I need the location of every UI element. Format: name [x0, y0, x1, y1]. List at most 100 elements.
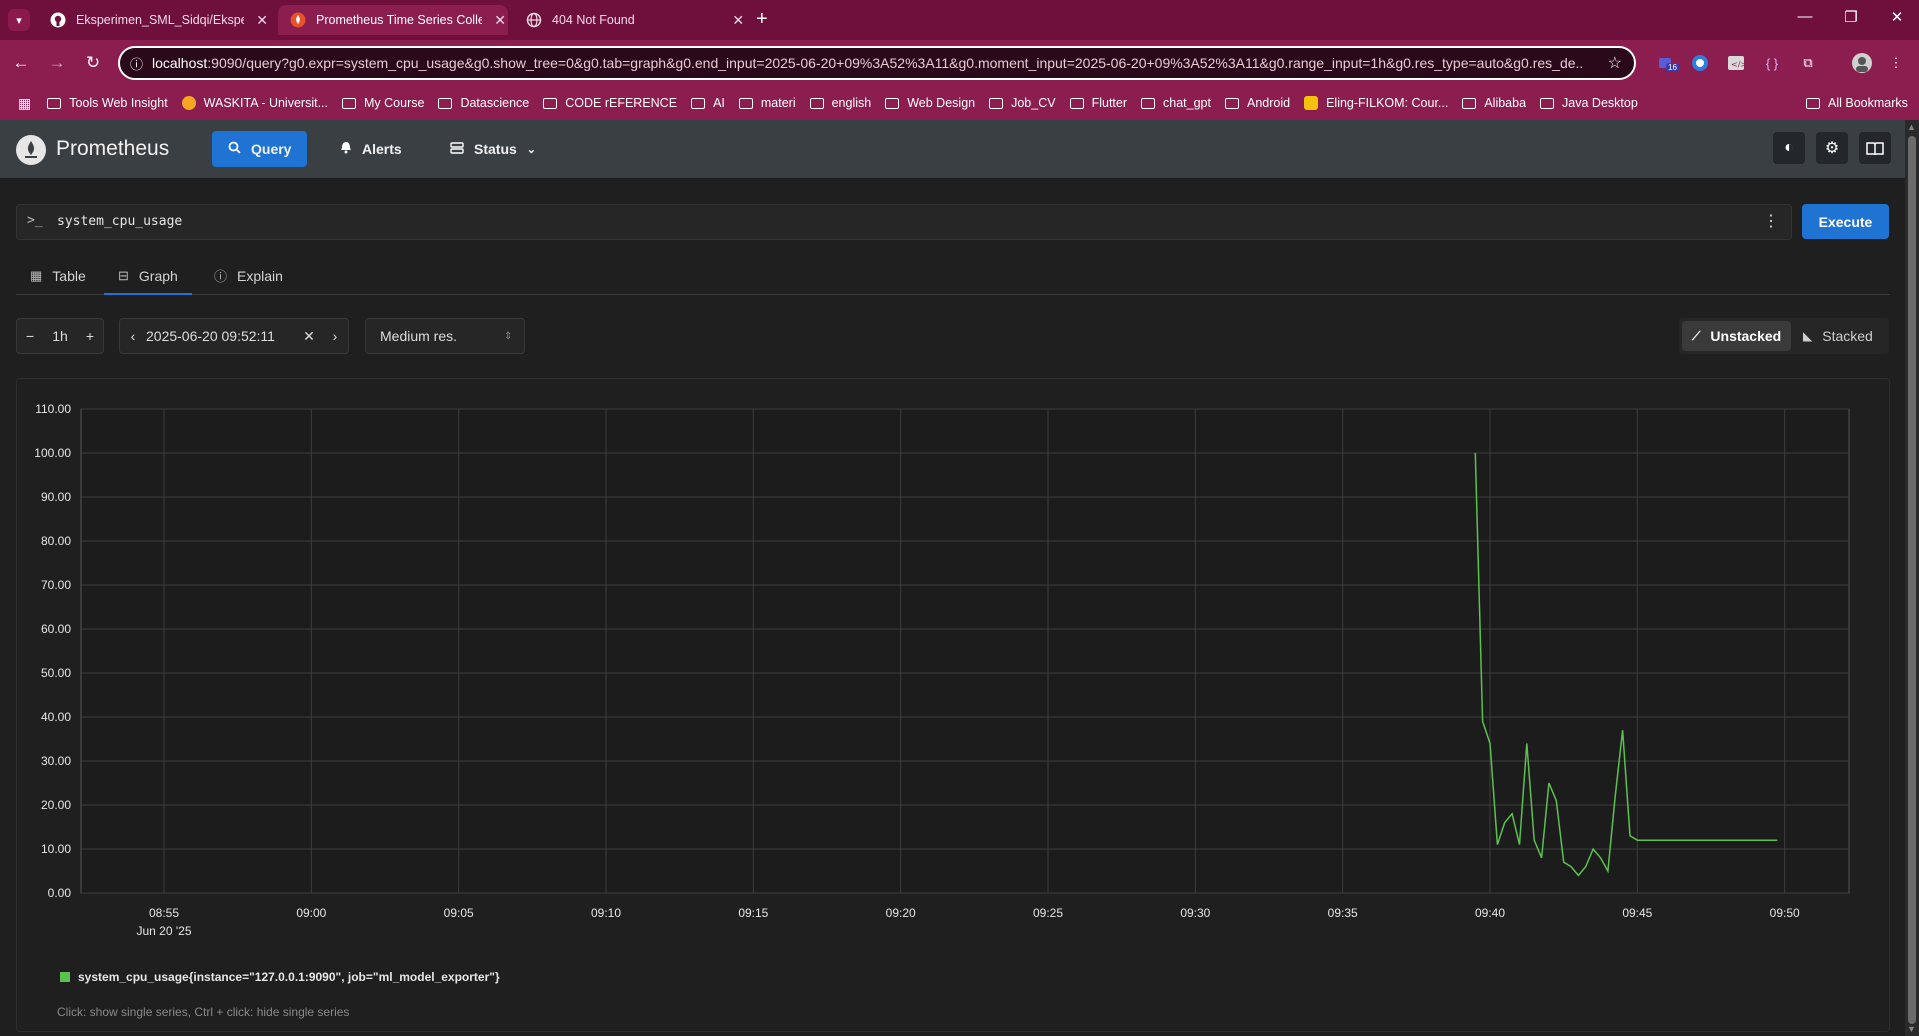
decrease-range-icon[interactable]: − [17, 328, 43, 344]
theme-toggle-icon[interactable]: ◐ [1773, 132, 1805, 164]
y-tick-label: 10.00 [41, 842, 71, 856]
bookmark-folder[interactable]: materi [738, 96, 796, 110]
clear-time-icon[interactable]: ✕ [296, 328, 322, 345]
folder-icon [809, 97, 824, 109]
folder-icon [47, 97, 62, 109]
close-tab-icon[interactable]: ✕ [731, 12, 746, 29]
all-bookmarks-folder[interactable]: All Bookmarks [1806, 96, 1908, 110]
close-window-icon[interactable]: ✕ [1877, 8, 1917, 26]
y-tick-label: 30.00 [41, 754, 71, 768]
bookmark-folder[interactable]: CODE rEFERENCE [543, 96, 677, 110]
plot-area [80, 408, 1850, 894]
unstacked-button[interactable]: ⟋ Unstacked [1682, 321, 1792, 351]
info-circle-icon: ⓘ [214, 269, 228, 284]
bookmark-link[interactable]: WASKITA - Universit... [181, 96, 328, 110]
bookmark-folder[interactable]: Android [1224, 96, 1290, 110]
close-tab-icon[interactable]: ✕ [492, 12, 508, 29]
tab-table[interactable]: ▦ Table [16, 258, 100, 293]
folder-icon [543, 97, 558, 109]
minimize-icon[interactable]: — [1785, 8, 1825, 25]
url-text[interactable]: localhost:9090/query?g0.expr=system_cpu_… [152, 55, 1582, 71]
nav-alerts-button[interactable]: Alerts [324, 131, 418, 167]
resolution-select[interactable]: Medium res. ⇕ [365, 318, 525, 354]
bookmark-folder[interactable]: chat_gpt [1141, 96, 1211, 110]
page-scrollbar[interactable]: ▲ ▼ [1905, 120, 1919, 1036]
prometheus-logo-icon[interactable] [16, 135, 46, 165]
bookmark-folder[interactable]: english [809, 96, 871, 110]
time-forward-chevron-icon[interactable]: › [322, 328, 348, 344]
execute-button[interactable]: Execute [1802, 204, 1889, 239]
folder-icon [1806, 97, 1820, 109]
brackets-extension-icon[interactable]: { } [1762, 53, 1782, 73]
profile-avatar[interactable] [1852, 53, 1872, 73]
y-tick-label: 60.00 [41, 622, 71, 636]
globe-icon [526, 12, 542, 28]
folder-icon [438, 97, 453, 109]
bell-icon [340, 141, 352, 157]
bookmark-folder[interactable]: Job_CV [989, 96, 1056, 110]
restore-icon[interactable]: ❐ [1831, 8, 1871, 26]
nav-query-button[interactable]: Query [212, 131, 308, 167]
bookmark-folder[interactable]: AI [691, 96, 725, 110]
brand-title[interactable]: Prometheus [56, 137, 169, 161]
reload-icon[interactable]: ↻ [80, 50, 106, 76]
code-extension-icon[interactable]: </> [1726, 53, 1746, 73]
x-tick-label: 09:45 [1622, 906, 1652, 920]
scroll-down-icon[interactable]: ▼ [1907, 1024, 1916, 1034]
y-tick-label: 80.00 [41, 534, 71, 548]
y-tick-label: 50.00 [41, 666, 71, 680]
scrollbar-thumb[interactable] [1908, 136, 1916, 1024]
end-time-value[interactable]: 2025-06-20 09:52:11 [146, 328, 296, 344]
graph-panel: 0.00 10.00 20.00 30.00 40.00 50.00 60.00 70.00 8… [16, 378, 1890, 1032]
forward-icon[interactable]: → [44, 50, 70, 76]
more-options-icon[interactable]: ⋮ [1763, 211, 1779, 231]
range-value[interactable]: 1h [43, 328, 77, 344]
y-tick-label: 70.00 [41, 578, 71, 592]
bookmark-folder[interactable]: Tools Web Insight [47, 96, 168, 110]
bookmark-folder[interactable]: Flutter [1069, 96, 1127, 110]
increase-range-icon[interactable]: + [77, 328, 103, 344]
folder-icon [1141, 97, 1156, 109]
tab-search-chevron-icon[interactable]: ▾ [8, 9, 30, 31]
folder-icon [1069, 97, 1084, 109]
sync-extension-icon[interactable] [1690, 53, 1710, 73]
folder-icon [1224, 97, 1239, 109]
bookmark-folder[interactable]: Alibaba [1462, 96, 1526, 110]
stack-toggle-group: ⟋ Unstacked ◣ Stacked [1679, 318, 1889, 354]
stacked-button[interactable]: ◣ Stacked [1793, 321, 1883, 351]
close-tab-icon[interactable]: ✕ [254, 12, 270, 29]
extensions-puzzle-icon[interactable]: ⧉ [1798, 53, 1818, 73]
bookmark-link[interactable]: Eling-FILKOM: Cour... [1304, 96, 1448, 110]
legend-item[interactable]: system_cpu_usage{instance="127.0.0.1:909… [60, 970, 500, 984]
browser-tab-github[interactable]: Eksperimen_SML_Sidqi/Eksperim ✕ [38, 5, 270, 35]
tab-explain[interactable]: ⓘ Explain [200, 258, 297, 293]
bookmark-folder[interactable]: Datascience [438, 96, 529, 110]
documentation-book-icon[interactable] [1859, 132, 1891, 164]
time-back-chevron-icon[interactable]: ‹ [120, 328, 146, 344]
bookmark-folder[interactable]: Web Design [885, 96, 975, 110]
series-color-swatch [60, 972, 70, 982]
settings-gear-icon[interactable]: ⚙ [1816, 132, 1848, 164]
nav-status-dropdown[interactable]: Status ⌄ [434, 131, 552, 167]
expression-text[interactable]: system_cpu_usage [57, 214, 182, 229]
browser-tab-404[interactable]: 404 Not Found ✕ [514, 5, 746, 35]
x-tick-label: 09:20 [886, 906, 916, 920]
bookmark-folder[interactable]: Java Desktop [1540, 96, 1638, 110]
folder-icon [342, 97, 356, 109]
browser-tab-prometheus[interactable]: Prometheus Time Series Collect ✕ [278, 5, 508, 35]
time-series-chart[interactable]: 0.00 10.00 20.00 30.00 40.00 50.00 60.00 70.00 8… [17, 379, 1889, 1031]
bookmark-folder[interactable]: My Course [342, 96, 424, 110]
apps-grid-icon[interactable]: ▦ [18, 95, 31, 112]
site-info-icon[interactable]: ⓘ [130, 54, 152, 73]
x-tick-label: 09:05 [444, 906, 474, 920]
bookmark-star-icon[interactable]: ☆ [1608, 53, 1622, 73]
expression-input[interactable]: >_ system_cpu_usage ⋮ [16, 204, 1792, 240]
browser-menu-icon[interactable]: ⋮ [1886, 53, 1906, 73]
scroll-up-icon[interactable]: ▲ [1907, 122, 1916, 132]
tab-graph[interactable]: ⊟ Graph [104, 258, 192, 295]
y-tick-label: 100.00 [34, 446, 71, 460]
address-bar[interactable]: ⓘ localhost:9090/query?g0.expr=system_cp… [118, 46, 1636, 80]
extension-icon[interactable]: 16 [1656, 53, 1679, 73]
back-icon[interactable]: ← [8, 50, 34, 76]
new-tab-icon[interactable]: + [756, 8, 768, 31]
